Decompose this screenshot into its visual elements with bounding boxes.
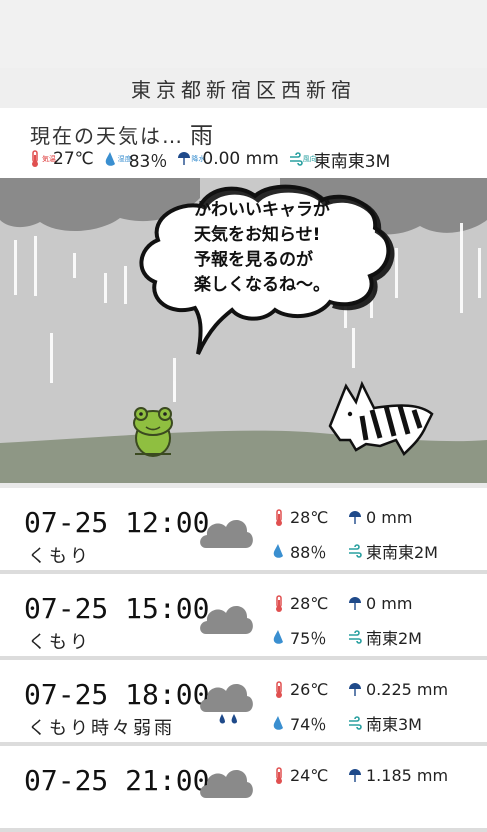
humidity-drop-icon [273, 716, 283, 730]
humidity-small-label: 湿度 [117, 154, 132, 163]
forecast-precip: 0 mm [366, 508, 413, 527]
cloud-icon [200, 605, 253, 634]
current-temp: 27℃ [53, 149, 94, 169]
bubble-line-2: 天気をお知らせ! [194, 225, 321, 245]
forecast-precip: 0.225 mm [366, 680, 449, 699]
umbrella-icon [178, 152, 191, 165]
bubble-line-4: 楽しくなるね～。 [194, 275, 330, 295]
bubble-line-3: 予報を見るのが [194, 250, 313, 270]
wind-icon [349, 716, 362, 730]
cloud-rain-icon [200, 769, 253, 798]
forecast-card[interactable]: 07-25 15:00 くもり 28℃ 0 mm 75％ 南東2M [0, 574, 487, 660]
forecast-wind: 南東3M [366, 715, 422, 734]
wind-icon [289, 152, 303, 166]
forecast-time: 07-25 12:00 [24, 506, 210, 539]
forecast-precip: 0 mm [366, 594, 413, 613]
thermometer-icon [32, 150, 38, 167]
current-weather-stats: 気温 27℃ 湿度 83％ 降水 0.00 mm 風向 東南東3M [28, 148, 400, 172]
current-weather-label: 現在の天気は… [30, 124, 184, 148]
location-title: 東京都新宿区西新宿 [0, 68, 487, 108]
frog-character [133, 407, 173, 457]
forecast-temp: 28℃ [290, 594, 329, 613]
cloud-icon [200, 519, 253, 548]
humidity-drop-icon [105, 152, 115, 166]
forecast-condition: くもり時々弱雨 [28, 718, 175, 739]
umbrella-icon [349, 510, 361, 524]
forecast-time: 07-25 15:00 [24, 592, 210, 625]
thermometer-icon [276, 680, 282, 698]
cloud-rain-icon [200, 683, 253, 724]
forecast-precip: 1.185 mm [366, 766, 449, 785]
current-condition: 雨 [190, 123, 215, 149]
forecast-wind: 南東2M [366, 629, 422, 648]
forecast-humidity: 74％ [290, 715, 327, 734]
forecast-temp: 26℃ [290, 680, 329, 699]
wind-icon [349, 630, 362, 644]
weather-scene: かわいいキャラが 天気をお知らせ! 予報を見るのが 楽しくなるね～。 [0, 178, 487, 483]
wind-icon [349, 544, 362, 558]
thermometer-icon [276, 594, 282, 612]
forecast-card[interactable]: 07-25 12:00 くもり 28℃ 0 mm 88％ 東南東2M [0, 488, 487, 574]
humidity-drop-icon [273, 544, 283, 558]
forecast-time: 07-25 21:00 [24, 764, 210, 797]
current-wind: 東南東3M [313, 151, 391, 172]
forecast-condition: くもり [28, 546, 91, 567]
umbrella-icon [349, 596, 361, 610]
temp-small-label: 気温 [42, 154, 56, 163]
precip-small-label: 降水 [191, 154, 206, 163]
speech-bubble-text: かわいいキャラが 天気をお知らせ! 予報を見るのが 楽しくなるね～。 [194, 198, 384, 298]
umbrella-icon [349, 768, 361, 782]
current-weather-panel: 現在の天気は… 雨 気温 27℃ 湿度 83％ 降水 0.00 mm 風向 東南東… [0, 108, 487, 178]
forecast-list[interactable]: 07-25 12:00 くもり 28℃ 0 mm 88％ 東南東2M 07-25 1… [0, 483, 487, 832]
bubble-line-1: かわいいキャラが [194, 200, 330, 220]
forecast-temp: 24℃ [290, 766, 329, 785]
humidity-drop-icon [273, 630, 283, 644]
thermometer-icon [276, 766, 282, 784]
forecast-card[interactable]: 07-25 18:00 くもり時々弱雨 26℃ 0.225 mm 74％ 南東3M [0, 660, 487, 746]
thermometer-icon [276, 508, 282, 526]
current-humidity: 83％ [128, 151, 168, 172]
forecast-wind: 東南東2M [366, 543, 438, 562]
wind-small-label: 風向 [302, 154, 317, 163]
forecast-humidity: 75％ [290, 629, 327, 648]
status-bar-area [0, 0, 487, 68]
current-precip: 0.00 mm [202, 149, 279, 169]
forecast-time: 07-25 18:00 [24, 678, 210, 711]
forecast-humidity: 88％ [290, 543, 327, 562]
forecast-condition: くもり [28, 632, 91, 653]
umbrella-icon [349, 682, 361, 696]
current-weather-heading: 現在の天気は… 雨 [30, 116, 215, 150]
forecast-card[interactable]: 07-25 21:00 24℃ 1.185 mm [0, 746, 487, 832]
forecast-temp: 28℃ [290, 508, 329, 527]
